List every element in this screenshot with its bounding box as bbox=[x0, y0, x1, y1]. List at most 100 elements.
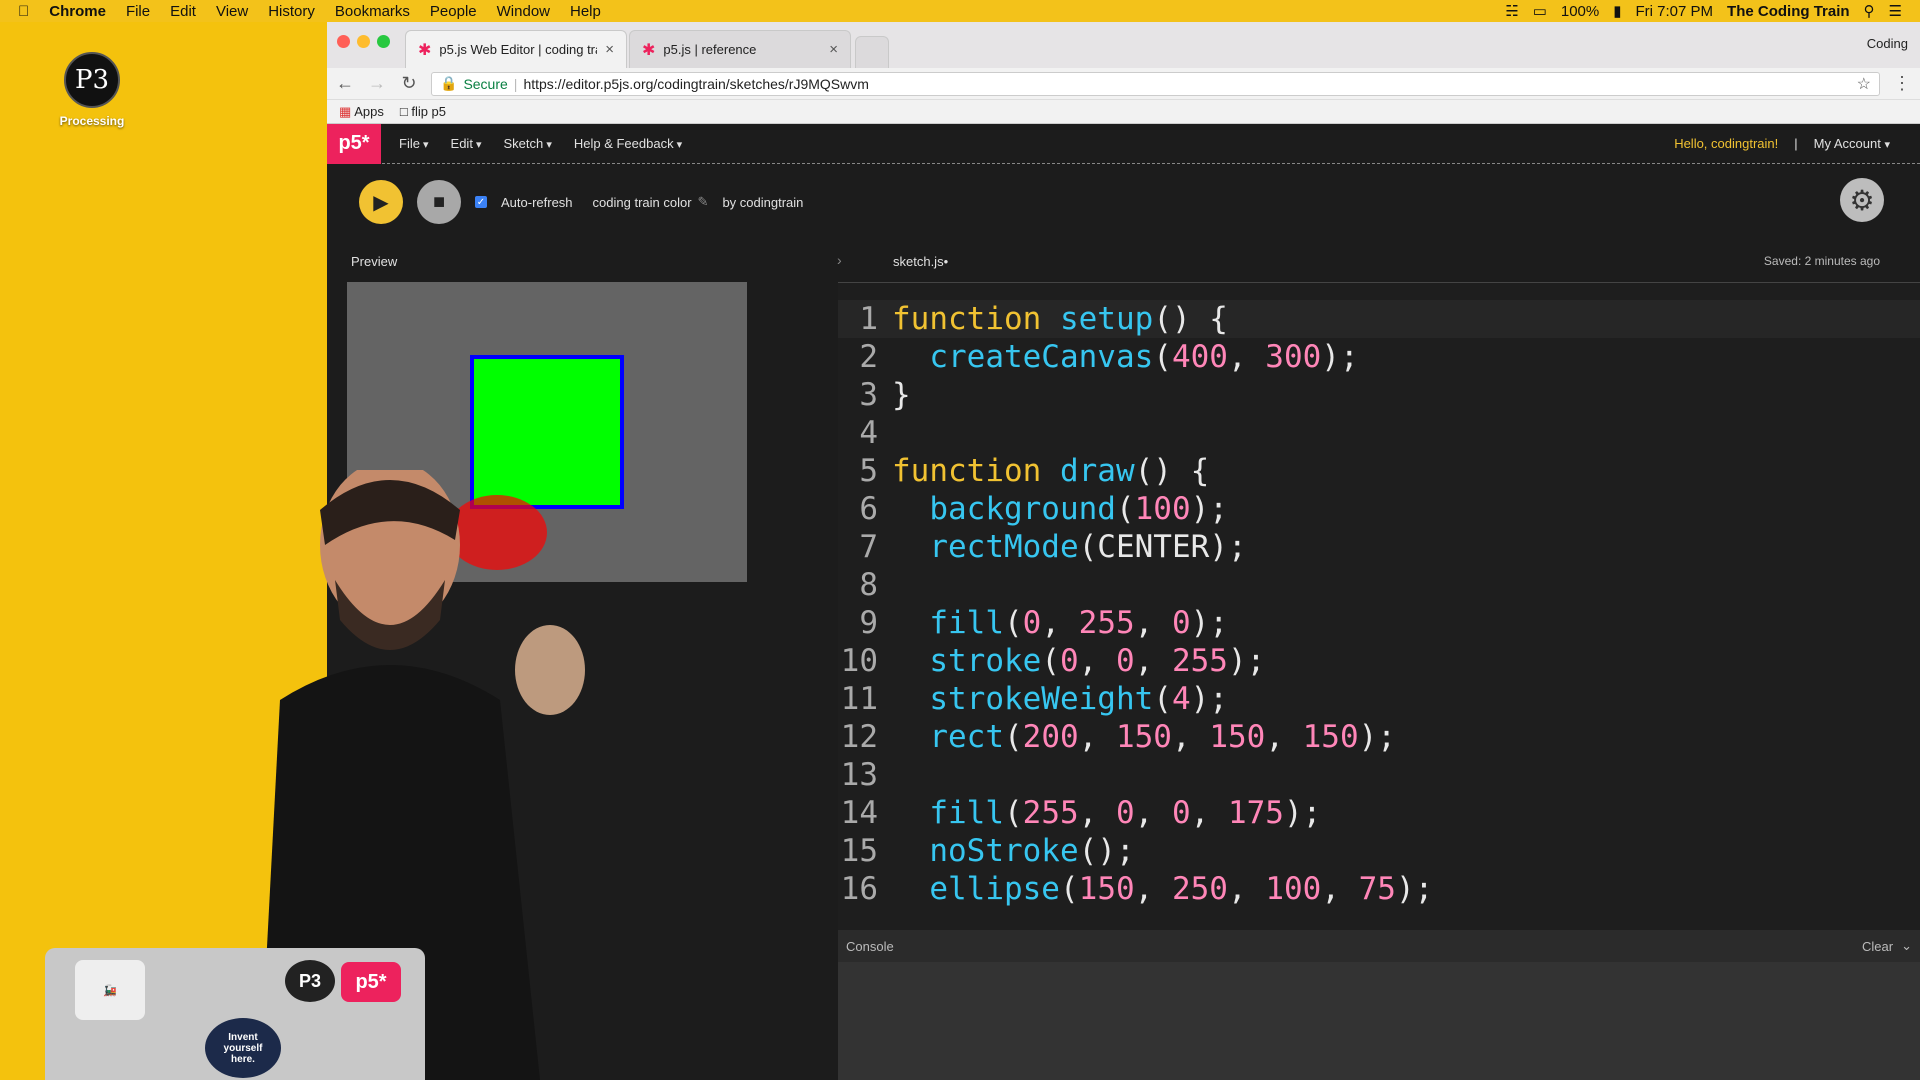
address-bar[interactable]: 🔒 Secure | https://editor.p5js.org/codin… bbox=[431, 71, 1880, 96]
menu-view[interactable]: View bbox=[216, 3, 248, 20]
line-number: 14 bbox=[840, 795, 878, 831]
unsaved-dot-icon: • bbox=[943, 254, 949, 269]
processing-sticker-icon: P3 bbox=[285, 960, 335, 1002]
code-line[interactable]: 15 noStroke(); bbox=[838, 832, 1920, 870]
line-number: 7 bbox=[859, 529, 878, 565]
play-button[interactable]: ▶ bbox=[359, 180, 403, 224]
desktop-processing-icon[interactable]: P3 Processing bbox=[52, 52, 132, 128]
menu-bookmarks[interactable]: Bookmarks bbox=[335, 3, 410, 20]
chevron-down-icon[interactable]: ⌄ bbox=[1901, 938, 1912, 954]
bookmark-star-icon[interactable]: ☆ bbox=[1857, 74, 1871, 94]
battery-status[interactable]: 100% bbox=[1561, 3, 1599, 20]
edit-pencil-icon[interactable]: ✎ bbox=[698, 194, 709, 210]
menu-app-name[interactable]: Chrome bbox=[49, 3, 106, 20]
browser-toolbar: ← → ↻ 🔒 Secure | https://editor.p5js.org… bbox=[327, 68, 1920, 100]
console-clear-button[interactable]: Clear bbox=[1862, 939, 1893, 954]
sketch-name[interactable]: coding train color bbox=[593, 195, 692, 210]
code-line[interactable]: 9 fill(0, 255, 0); bbox=[838, 604, 1920, 642]
airplay-icon[interactable]: ▭ bbox=[1533, 2, 1547, 20]
p5-menu-help-feedback[interactable]: Help & Feedback bbox=[574, 136, 682, 151]
code-editor[interactable]: 1 function setup() { 2 createCanvas(400, … bbox=[838, 282, 1920, 930]
line-number: 10 bbox=[840, 643, 878, 679]
forward-icon[interactable]: → bbox=[367, 73, 387, 94]
code-line[interactable]: 5 function draw() { bbox=[838, 452, 1920, 490]
code-line[interactable]: 14 fill(255, 0, 0, 175); bbox=[838, 794, 1920, 832]
stop-icon: ■ bbox=[432, 190, 446, 213]
tab-title: p5.js Web Editor | coding train bbox=[439, 42, 598, 57]
code-text: background(100); bbox=[929, 491, 1228, 527]
close-window-button[interactable] bbox=[337, 35, 350, 48]
code-text: noStroke(); bbox=[929, 833, 1135, 869]
menu-help[interactable]: Help bbox=[570, 3, 601, 20]
tab-p5-reference[interactable]: ✱ p5.js | reference × bbox=[629, 30, 851, 68]
lock-icon: 🔒 bbox=[440, 75, 458, 91]
new-tab-button[interactable] bbox=[855, 36, 889, 68]
code-line[interactable]: 11 strokeWeight(4); bbox=[838, 680, 1920, 718]
sidebar-expand-icon[interactable]: › bbox=[837, 252, 842, 268]
code-line[interactable]: 8 bbox=[838, 566, 1920, 604]
greeting[interactable]: Hello, codingtrain! bbox=[1674, 136, 1778, 151]
code-text: rect(200, 150, 150, 150); bbox=[929, 719, 1396, 755]
wifi-icon[interactable]: ☵ bbox=[1505, 2, 1518, 20]
code-line[interactable]: 2 createCanvas(400, 300); bbox=[838, 338, 1920, 376]
p5-menu-file[interactable]: File bbox=[399, 136, 429, 151]
line-number: 3 bbox=[859, 377, 878, 413]
page-icon: □ bbox=[399, 104, 408, 119]
menu-file[interactable]: File bbox=[126, 3, 150, 20]
menu-people[interactable]: People bbox=[430, 3, 477, 20]
settings-gear-icon[interactable]: ⚙ bbox=[1840, 178, 1884, 222]
code-line[interactable]: 3} bbox=[838, 376, 1920, 414]
code-line[interactable]: 12 rect(200, 150, 150, 150); bbox=[838, 718, 1920, 756]
p5-menu-edit[interactable]: Edit bbox=[451, 136, 482, 151]
code-line[interactable]: 6 background(100); bbox=[838, 490, 1920, 528]
menu-bar:  Chrome File Edit View History Bookmark… bbox=[0, 0, 1920, 22]
tab-p5-editor[interactable]: ✱ p5.js Web Editor | coding train × bbox=[405, 30, 627, 68]
sketch-controls: ▶ ■ ✓ Auto-refresh coding train color ✎ … bbox=[327, 164, 1920, 240]
code-text: ellipse(150, 250, 100, 75); bbox=[929, 871, 1434, 907]
back-icon[interactable]: ← bbox=[335, 73, 355, 94]
user-name[interactable]: The Coding Train bbox=[1727, 3, 1850, 20]
code-text: } bbox=[892, 377, 911, 413]
line-number: 12 bbox=[840, 719, 878, 755]
clock[interactable]: Fri 7:07 PM bbox=[1636, 3, 1714, 20]
invent-yourself-sticker: Invent yourself here. bbox=[205, 1018, 281, 1078]
code-text: function setup() { bbox=[892, 301, 1228, 337]
menu-edit[interactable]: Edit bbox=[170, 3, 196, 20]
close-tab-icon[interactable]: × bbox=[605, 41, 614, 58]
code-line[interactable]: 4 bbox=[838, 414, 1920, 452]
file-tab[interactable]: sketch.js• bbox=[893, 254, 948, 269]
profile-name[interactable]: Coding bbox=[1867, 36, 1908, 51]
menu-history[interactable]: History bbox=[268, 3, 315, 20]
code-text: strokeWeight(4); bbox=[929, 681, 1228, 717]
auto-refresh-checkbox[interactable]: ✓ bbox=[475, 196, 487, 208]
code-line[interactable]: 16 ellipse(150, 250, 100, 75); bbox=[838, 870, 1920, 908]
apple-icon[interactable]:  bbox=[18, 3, 29, 20]
battery-icon: ▮ bbox=[1613, 3, 1622, 20]
browser-menu-icon[interactable]: ⋮ bbox=[1892, 73, 1912, 94]
file-name: sketch.js bbox=[893, 254, 944, 269]
code-text: rectMode(CENTER); bbox=[929, 529, 1247, 565]
code-line[interactable]: 1 function setup() { bbox=[838, 300, 1920, 338]
line-number: 2 bbox=[859, 339, 878, 375]
p5-menu-sketch[interactable]: Sketch bbox=[504, 136, 552, 151]
tab-title: p5.js | reference bbox=[663, 42, 757, 57]
my-account-menu[interactable]: My Account ▾ bbox=[1814, 136, 1890, 151]
spotlight-icon[interactable]: ⚲ bbox=[1864, 2, 1875, 20]
p5-nav-bar: p5* File Edit Sketch Help & Feedback Hel… bbox=[327, 123, 1920, 164]
minimize-window-button[interactable] bbox=[357, 35, 370, 48]
bookmark-label: Apps bbox=[354, 103, 384, 119]
reload-icon[interactable]: ↻ bbox=[399, 73, 419, 94]
code-line[interactable]: 13 bbox=[838, 756, 1920, 794]
zoom-window-button[interactable] bbox=[377, 35, 390, 48]
console-label: Console bbox=[846, 938, 894, 954]
code-line[interactable]: 10 stroke(0, 0, 255); bbox=[838, 642, 1920, 680]
notification-center-icon[interactable]: ☰ bbox=[1889, 2, 1902, 20]
bookmark-flip-p5[interactable]: □ flip p5 bbox=[400, 104, 446, 119]
stop-button[interactable]: ■ bbox=[417, 180, 461, 224]
bookmark-apps[interactable]: ▦ Apps bbox=[339, 104, 384, 120]
p5-logo[interactable]: p5* bbox=[327, 123, 381, 164]
menu-window[interactable]: Window bbox=[497, 3, 550, 20]
close-tab-icon[interactable]: × bbox=[829, 41, 838, 58]
p5-favicon-icon: ✱ bbox=[642, 41, 656, 59]
code-line[interactable]: 7 rectMode(CENTER); bbox=[838, 528, 1920, 566]
